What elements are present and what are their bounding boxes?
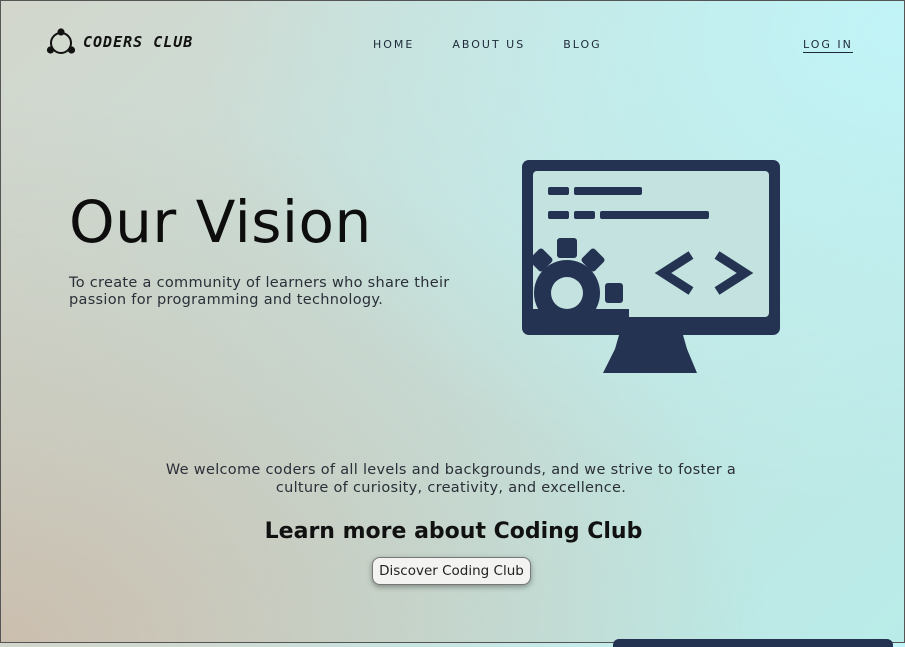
nav-link-about-us[interactable]: ABOUT US <box>452 38 525 51</box>
nav-links: HOME ABOUT US BLOG <box>373 38 602 51</box>
login-link[interactable]: LOG IN <box>803 38 853 53</box>
network-nodes-icon <box>46 28 76 54</box>
top-navigation: CODERS CLUB HOME ABOUT US BLOG LOG IN <box>1 1 905 89</box>
bottom-panel-edge <box>613 639 893 647</box>
brand-logo[interactable]: CODERS CLUB <box>45 26 193 58</box>
nav-link-home[interactable]: HOME <box>373 38 414 51</box>
hero-subtitle: To create a community of learners who sh… <box>69 275 450 308</box>
brand-name: CODERS CLUB <box>83 33 194 51</box>
monitor-code-icon <box>522 160 780 373</box>
hero-title: Our Vision <box>69 188 372 256</box>
welcome-text: We welcome coders of all levels and back… <box>165 462 737 496</box>
learn-more-heading: Learn more about Coding Club <box>264 519 643 544</box>
discover-coding-club-button[interactable]: Discover Coding Club <box>372 557 531 585</box>
nav-link-blog[interactable]: BLOG <box>563 38 601 51</box>
